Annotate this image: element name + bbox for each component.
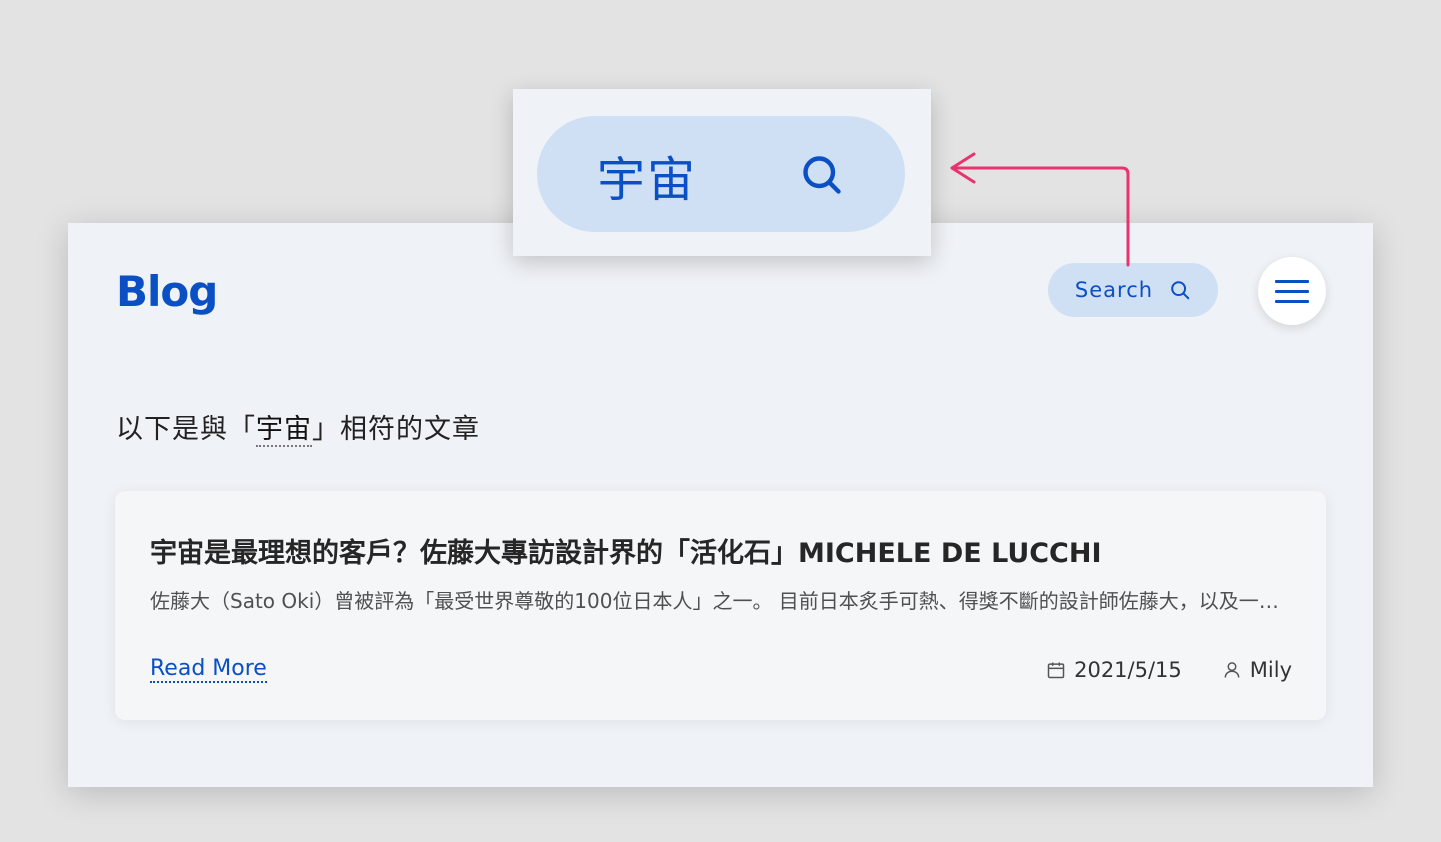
blog-logo[interactable]: Blog <box>116 267 218 316</box>
menu-button[interactable] <box>1258 257 1326 325</box>
article-card[interactable]: 宇宙是最理想的客戶？佐藤大專訪設計界的「活化石」MICHELE DE LUCCH… <box>115 491 1326 720</box>
menu-icon-line <box>1275 299 1309 303</box>
results-suffix: 」相符的文章 <box>312 414 480 445</box>
read-more-link[interactable]: Read More <box>150 656 267 683</box>
search-button[interactable]: Search <box>1048 263 1218 317</box>
search-icon[interactable] <box>800 153 844 197</box>
arrow-icon <box>950 152 1130 267</box>
blog-page: Blog Search 以下是與「宇宙」相符的文章 宇宙是最理想的客戶？佐藤大專… <box>68 223 1373 787</box>
article-title[interactable]: 宇宙是最理想的客戶？佐藤大專訪設計界的「活化石」MICHELE DE LUCCH… <box>150 531 1102 570</box>
article-excerpt: 佐藤大（Sato Oki）曾被評為「最受世界尊敬的100位日本人」之一。 目前日… <box>150 589 1285 613</box>
article-author: Mily <box>1222 658 1292 682</box>
article-meta: 2021/5/15 Mily <box>1046 658 1292 682</box>
results-prefix: 以下是與「 <box>116 414 256 445</box>
article-date-text: 2021/5/15 <box>1074 658 1182 682</box>
menu-icon-line <box>1275 289 1309 293</box>
menu-icon-line <box>1275 279 1309 283</box>
search-results-heading: 以下是與「宇宙」相符的文章 <box>116 407 480 447</box>
zoomed-search-field[interactable] <box>537 116 905 234</box>
search-icon <box>1171 281 1190 300</box>
user-icon <box>1224 662 1240 678</box>
results-keyword: 宇宙 <box>256 414 312 447</box>
calendar-icon <box>1047 662 1065 679</box>
search-button-label: Search <box>1074 278 1154 302</box>
zoomed-search-callout <box>513 89 931 256</box>
article-author-text: Mily <box>1249 658 1292 682</box>
article-date: 2021/5/15 <box>1046 658 1182 682</box>
search-input[interactable] <box>595 116 819 234</box>
